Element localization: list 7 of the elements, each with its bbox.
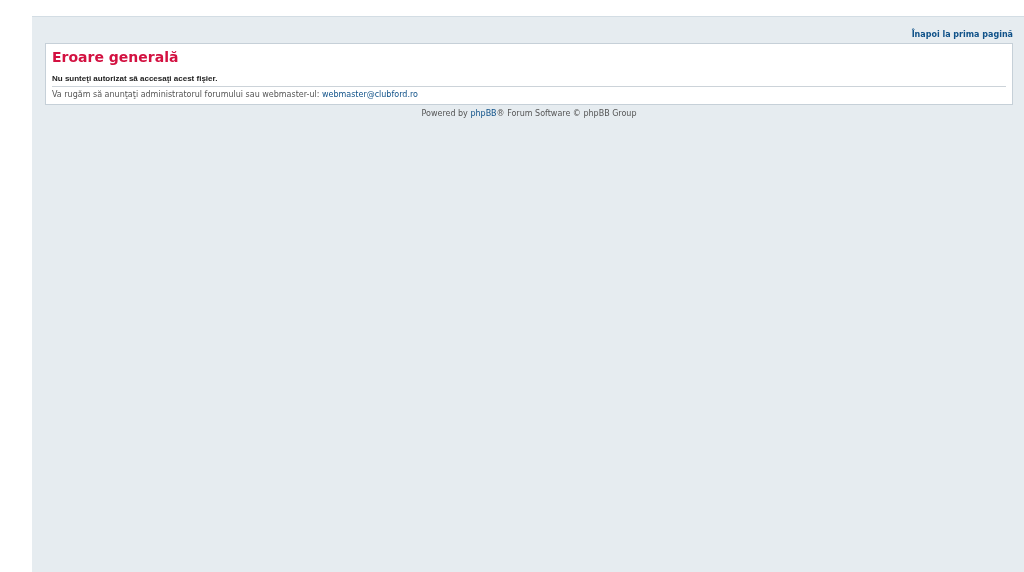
home-link[interactable]: Înapoi la prima pagină: [911, 30, 1013, 39]
email-link[interactable]: webmaster@clubford.ro: [321, 90, 418, 99]
footer-text: Powered by phpBB® Forum Software © phpBB Group: [421, 109, 637, 118]
phpbb-link[interactable]: phpBB: [470, 109, 497, 118]
contact-note: Va rugăm să anunţaţi administratorul forumului sau webmaster-ul: webmaster@clubford.ro: [52, 90, 419, 99]
error-title: Eroare generală: [52, 49, 180, 65]
error-message: Nu sunteţi autorizat să accesaţi acest fişier.: [52, 74, 1006, 87]
